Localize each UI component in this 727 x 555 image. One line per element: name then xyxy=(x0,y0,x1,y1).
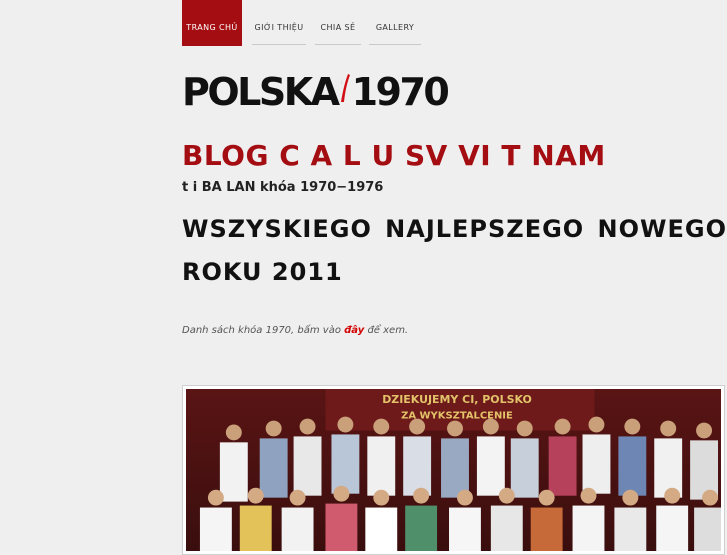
nav-share-tab[interactable]: Chia sẻ xyxy=(315,0,361,45)
group-photo[interactable]: DZIEKUJEMY CI, POLSKO ZA WYKSZTALCENIE xyxy=(186,389,721,551)
class-list-link[interactable]: đây xyxy=(344,325,364,336)
nav-about-tab[interactable]: Giới thiệu xyxy=(252,0,306,45)
post-headline: WSZYSKIEGO NAJLEPSZEGO NOWEGO ROKU 2011 xyxy=(182,208,727,294)
blog-subtitle: t i BA LAN khóa 1970−1976 xyxy=(182,180,384,195)
headline-word: NOWEGO xyxy=(597,215,727,243)
logo-right-text: 1970 xyxy=(351,70,450,114)
nav-home-tab[interactable]: Trang chủ xyxy=(182,0,242,46)
class-list-note: Danh sách khóa 1970, bấm vào đây để xem. xyxy=(182,325,408,336)
nav-gallery-tab[interactable]: Gallery xyxy=(369,0,421,45)
site-logo[interactable]: POLSKA 1970 xyxy=(182,70,450,114)
headline-line2: ROKU 2011 xyxy=(182,258,343,286)
note-text-after: để xem. xyxy=(364,325,409,336)
logo-left-text: POLSKA xyxy=(182,70,340,114)
note-text-before: Danh sách khóa 1970, bấm vào xyxy=(182,325,345,336)
photo-banner-line1: DZIEKUJEMY CI, POLSKO xyxy=(382,393,532,406)
headline-word: NAJLEPSZEGO xyxy=(385,215,585,243)
headline-word: WSZYSKIEGO xyxy=(182,215,372,243)
blog-title[interactable]: BLOG C A L U SV VI T NAM xyxy=(182,139,606,172)
group-photo-frame: DZIEKUJEMY CI, POLSKO ZA WYKSZTALCENIE xyxy=(182,385,725,555)
polish-flag-stroke-icon xyxy=(338,73,352,110)
